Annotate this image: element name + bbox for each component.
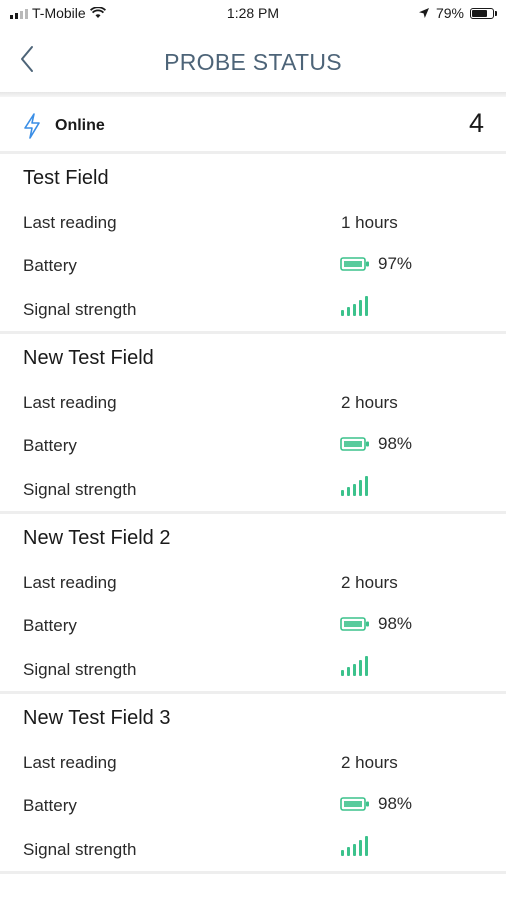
battery-value-group: 97% [340, 254, 412, 274]
battery-value: 97% [378, 254, 413, 273]
battery-label: Battery [23, 256, 77, 275]
signal-strength-icon [341, 296, 368, 316]
field-name: Test Field [23, 167, 109, 189]
field-name: New Test Field 3 [23, 707, 171, 729]
battery-value-group: 98% [340, 614, 412, 634]
last-reading-label: Last reading [23, 573, 117, 592]
battery-icon [340, 797, 369, 811]
status-battery-fill [472, 9, 487, 17]
signal-strength-icon [341, 476, 368, 496]
last-reading-label: Last reading [23, 213, 117, 232]
last-reading-value: 1 hours [341, 213, 398, 232]
field-name: New Test Field 2 [23, 527, 171, 549]
battery-icon [340, 617, 369, 631]
battery-label: Battery [23, 436, 77, 455]
last-reading-value: 2 hours [341, 393, 398, 412]
signal-strength-icon [341, 656, 368, 676]
signal-strength-label: Signal strength [23, 300, 137, 319]
battery-label: Battery [23, 616, 77, 635]
battery-icon [340, 257, 369, 271]
status-battery-icon [470, 7, 497, 19]
battery-label: Battery [23, 796, 77, 815]
battery-value: 98% [378, 794, 413, 813]
location-arrow-icon [418, 8, 429, 18]
field-card[interactable]: New Test Field Last reading 2 hours Batt… [0, 334, 506, 514]
battery-value-group: 98% [340, 794, 412, 814]
battery-value: 98% [378, 434, 413, 453]
status-bar: T-Mobile 1:28 PM 79% [0, 0, 506, 28]
signal-strength-icon [341, 836, 368, 856]
online-label: Online [55, 117, 105, 134]
online-summary-row: Online 4 [0, 97, 506, 154]
nav-bar: PROBE STATUS [0, 28, 506, 92]
field-card[interactable]: New Test Field 2 Last reading 2 hours Ba… [0, 514, 506, 694]
field-name: New Test Field [23, 347, 154, 369]
battery-percent: 79% [435, 5, 464, 21]
page-title: PROBE STATUS [164, 49, 342, 75]
battery-icon [340, 437, 369, 451]
signal-strength-label: Signal strength [23, 480, 137, 499]
lightning-icon [24, 113, 40, 139]
signal-strength-label: Signal strength [23, 660, 137, 679]
last-reading-value: 2 hours [341, 753, 398, 772]
online-count: 4 [468, 108, 484, 138]
last-reading-label: Last reading [23, 753, 117, 772]
field-card[interactable]: Test Field Last reading 1 hours Battery … [0, 154, 506, 334]
battery-value: 98% [378, 614, 413, 633]
last-reading-label: Last reading [23, 393, 117, 412]
signal-strength-label: Signal strength [23, 840, 137, 859]
battery-value-group: 98% [340, 434, 412, 454]
status-right-group: 79% [418, 5, 497, 21]
field-card[interactable]: New Test Field 3 Last reading 2 hours Ba… [0, 694, 506, 874]
last-reading-value: 2 hours [341, 573, 398, 592]
